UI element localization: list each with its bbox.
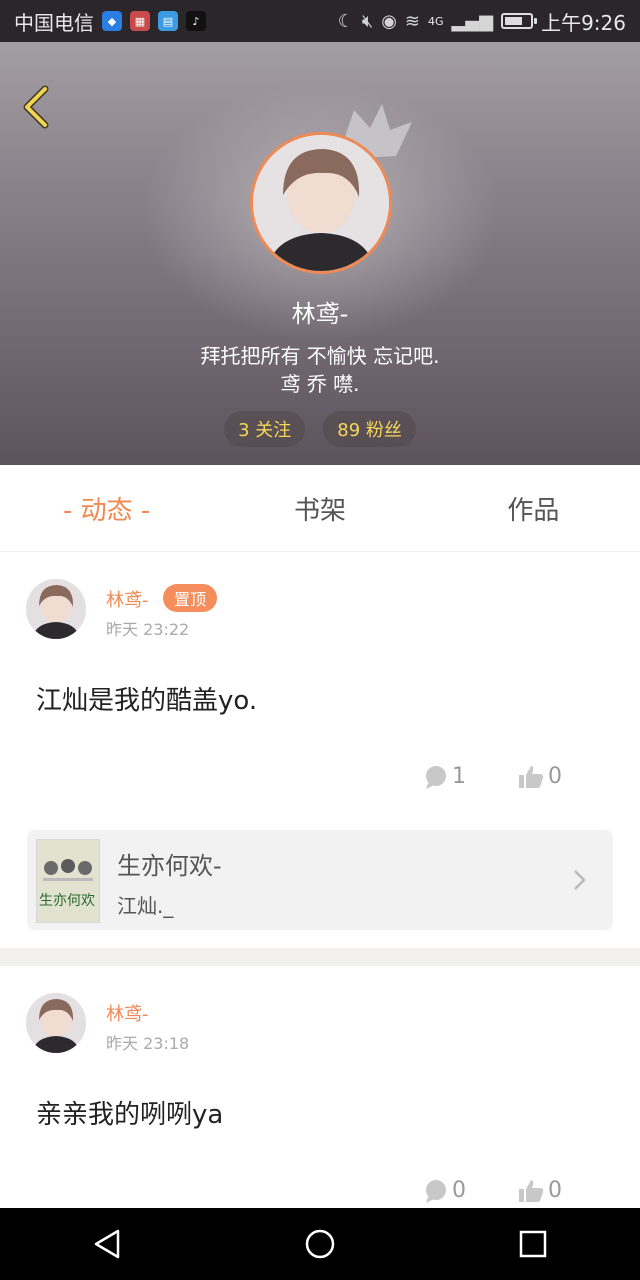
chevron-right-icon bbox=[574, 870, 586, 890]
game-app-icon: ▦ bbox=[130, 11, 150, 31]
shield-app-icon: ◆ bbox=[102, 11, 122, 31]
post-card[interactable]: 林鸢- 昨天 23:18 亲亲我的咧咧ya 0 0 bbox=[0, 966, 640, 1208]
calendar-app-icon: ▤ bbox=[158, 11, 178, 31]
bio-line-1: 拜托把所有 不愉快 忘记吧. bbox=[200, 344, 440, 368]
like-button[interactable]: 0 bbox=[518, 1178, 562, 1203]
thumbs-up-icon bbox=[519, 1179, 544, 1202]
profile-tabs: - 动态 - 书架 作品 bbox=[0, 465, 640, 552]
comment-button[interactable]: 0 bbox=[424, 1178, 466, 1203]
triangle-back-icon bbox=[94, 1229, 119, 1259]
back-arrow-icon bbox=[23, 85, 49, 129]
moon-icon: ☾ bbox=[337, 10, 354, 32]
comment-icon bbox=[426, 1179, 446, 1203]
mute-icon: 🔇︎ bbox=[361, 10, 374, 32]
status-bar: 中国电信 ◆ ▦ ▤ ♪ ☾ 🔇︎ ◉ ≋ 4G ▂▄▆ 上午9:26 bbox=[0, 0, 640, 42]
status-bar-left: 中国电信 ◆ ▦ ▤ ♪ bbox=[14, 7, 206, 36]
post-author[interactable]: 林鸢- bbox=[106, 586, 149, 612]
post-text: 亲亲我的咧咧ya bbox=[36, 1100, 224, 1130]
post-author[interactable]: 林鸢- bbox=[106, 1000, 149, 1026]
avatar-portrait-icon bbox=[26, 579, 86, 639]
like-count: 0 bbox=[548, 1178, 562, 1203]
post-time: 昨天 23:22 bbox=[106, 620, 190, 639]
linked-book[interactable]: 生亦何欢 生亦何欢- 江灿._ bbox=[27, 830, 613, 930]
profile-avatar[interactable] bbox=[250, 132, 392, 274]
battery-icon bbox=[501, 13, 538, 29]
book-title: 生亦何欢- bbox=[117, 852, 222, 880]
pinned-badge: 置顶 bbox=[163, 584, 217, 612]
nav-home-button[interactable] bbox=[290, 1214, 350, 1274]
followers-button[interactable]: 89 粉丝 bbox=[323, 411, 416, 447]
post-time: 昨天 23:18 bbox=[106, 1034, 190, 1053]
back-button[interactable] bbox=[14, 80, 58, 134]
follow-stats: 3 关注 89 粉丝 bbox=[0, 411, 640, 447]
bio-line-2: 鸢 乔 噤. bbox=[280, 372, 360, 396]
book-author: 江灿._ bbox=[117, 894, 174, 918]
circle-home-icon bbox=[305, 1229, 335, 1259]
status-bar-right: ☾ 🔇︎ ◉ ≋ 4G ▂▄▆ 上午9:26 bbox=[338, 7, 626, 36]
comment-count: 1 bbox=[452, 764, 466, 789]
nav-back-button[interactable] bbox=[77, 1214, 137, 1274]
profile-header: 林鸢- 拜托把所有 不愉快 忘记吧. 鸢 乔 噤. 3 关注 89 粉丝 bbox=[0, 42, 640, 465]
carrier-label: 中国电信 bbox=[14, 10, 94, 35]
avatar[interactable] bbox=[26, 579, 86, 639]
avatar-portrait-icon bbox=[253, 135, 389, 271]
like-count: 0 bbox=[548, 764, 562, 789]
tab-activity[interactable]: - 动态 - bbox=[0, 465, 213, 551]
wifi-icon: ≋ bbox=[404, 10, 421, 32]
post-card[interactable]: 林鸢- 置顶 昨天 23:22 江灿是我的酷盖yo. 1 0 生亦何欢 生亦何欢… bbox=[0, 552, 640, 948]
tab-works[interactable]: 作品 bbox=[427, 465, 640, 551]
avatar[interactable] bbox=[26, 993, 86, 1053]
profile-name: 林鸢- bbox=[291, 300, 349, 328]
thumbs-up-icon bbox=[519, 765, 544, 788]
system-nav-bar bbox=[0, 1208, 640, 1280]
clock: 上午9:26 bbox=[541, 10, 626, 35]
square-recents-icon bbox=[520, 1230, 547, 1258]
eye-icon: ◉ bbox=[381, 10, 397, 32]
comment-button[interactable]: 1 bbox=[424, 764, 466, 789]
tab-bookshelf[interactable]: 书架 bbox=[213, 465, 426, 551]
book-cover-title: 生亦何欢 bbox=[39, 893, 95, 909]
post-text: 江灿是我的酷盖yo. bbox=[36, 686, 258, 716]
comment-count: 0 bbox=[452, 1178, 466, 1203]
nav-recents-button[interactable] bbox=[503, 1214, 563, 1274]
signal-icon: ▂▄▆ bbox=[451, 10, 494, 32]
profile-bio: 拜托把所有 不愉快 忘记吧. 鸢 乔 噤. bbox=[0, 342, 640, 398]
network-type: 4G bbox=[428, 14, 444, 28]
following-button[interactable]: 3 关注 bbox=[224, 411, 306, 447]
avatar-portrait-icon bbox=[26, 993, 86, 1053]
book-cover: 生亦何欢 bbox=[36, 839, 100, 923]
tiktok-app-icon: ♪ bbox=[186, 11, 206, 31]
comment-icon bbox=[426, 765, 446, 789]
like-button[interactable]: 0 bbox=[518, 764, 562, 789]
